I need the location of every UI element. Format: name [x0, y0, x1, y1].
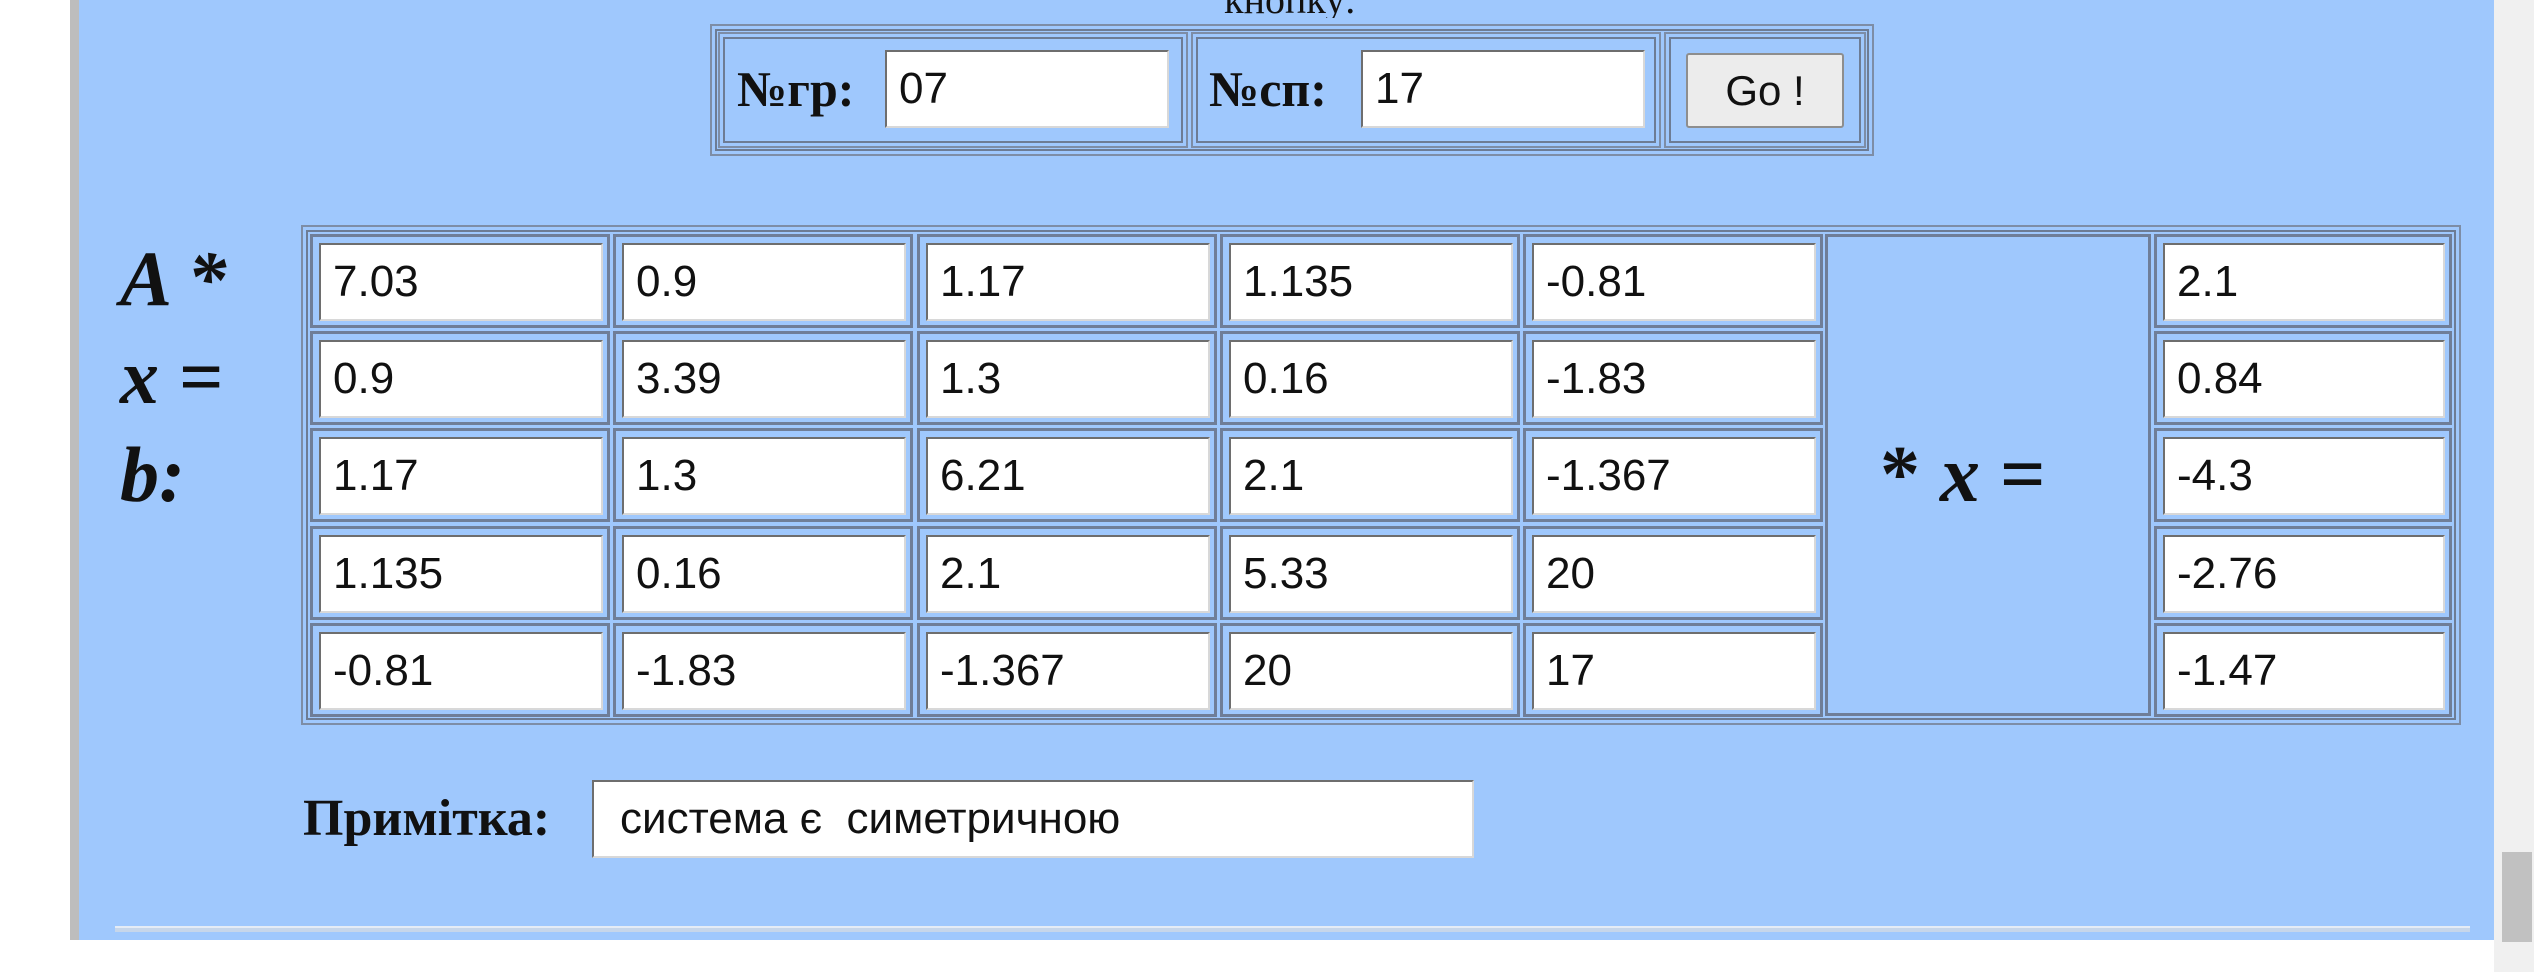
multiply-x-equals: * x = — [1880, 430, 2046, 521]
note-label: Примітка: — [303, 790, 551, 847]
matrix-cell — [310, 428, 610, 522]
vector-b-input[interactable] — [2163, 535, 2445, 613]
matrix-input[interactable] — [1532, 243, 1816, 321]
matrix-input[interactable] — [926, 340, 1210, 418]
x-variable: x — [1940, 431, 1980, 519]
vector-cell — [2154, 234, 2452, 328]
matrix-cell — [613, 428, 913, 522]
matrix-cell — [1523, 526, 1823, 620]
matrix-cell — [1220, 526, 1520, 620]
matrix-input[interactable] — [1229, 243, 1513, 321]
matrix-cell — [917, 526, 1217, 620]
matrix-input[interactable] — [1229, 535, 1513, 613]
matrix-cell — [310, 331, 610, 425]
matrix-input[interactable] — [622, 535, 906, 613]
matrix-cell — [1523, 428, 1823, 522]
matrix-input[interactable] — [926, 535, 1210, 613]
matrix-cell — [1523, 331, 1823, 425]
list-input[interactable] — [1361, 50, 1645, 128]
matrix-input[interactable] — [1229, 632, 1513, 710]
scrollbar-thumb[interactable] — [2502, 852, 2532, 942]
vector-b-input[interactable] — [2163, 340, 2445, 418]
matrix-cell — [613, 526, 913, 620]
go-button[interactable]: Go ! — [1686, 53, 1844, 128]
matrix-input[interactable] — [622, 437, 906, 515]
matrix-input[interactable] — [926, 437, 1210, 515]
matrix-input[interactable] — [319, 437, 603, 515]
matrix-input[interactable] — [622, 340, 906, 418]
vertical-scrollbar[interactable] — [2494, 0, 2534, 972]
matrix-cell — [310, 526, 610, 620]
matrix-input[interactable] — [1229, 437, 1513, 515]
matrix-input[interactable] — [926, 632, 1210, 710]
matrix-cell — [917, 623, 1217, 717]
matrix-cell — [1523, 623, 1823, 717]
page-left-border — [70, 0, 79, 940]
matrix-input[interactable] — [1532, 535, 1816, 613]
list-label: №сп: — [1209, 61, 1327, 117]
matrix-cell — [917, 234, 1217, 328]
matrix-input[interactable] — [1532, 437, 1816, 515]
matrix-cell — [1220, 428, 1520, 522]
matrix-cell — [1523, 234, 1823, 328]
instruction-text-cut: кнопку: — [1180, 0, 1400, 18]
note-input[interactable] — [592, 780, 1474, 858]
matrix-input[interactable] — [926, 243, 1210, 321]
group-label: №гр: — [737, 61, 855, 117]
matrix-input[interactable] — [319, 340, 603, 418]
vector-b-input[interactable] — [2163, 632, 2445, 710]
matrix-input[interactable] — [1229, 340, 1513, 418]
horizontal-rule — [115, 926, 2470, 932]
matrix-cell — [1220, 234, 1520, 328]
group-input[interactable] — [885, 50, 1169, 128]
matrix-cell — [310, 234, 610, 328]
equals-sign: = — [2000, 431, 2046, 519]
multiply-sign: * — [1880, 431, 1920, 519]
matrix-cell — [917, 331, 1217, 425]
vector-cell — [2154, 331, 2452, 425]
matrix-input[interactable] — [1532, 340, 1816, 418]
vector-b-input[interactable] — [2163, 437, 2445, 515]
bottom-strip — [0, 940, 2494, 972]
matrix-input[interactable] — [1532, 632, 1816, 710]
matrix-input[interactable] — [319, 243, 603, 321]
matrix-cell — [613, 623, 913, 717]
matrix-input[interactable] — [319, 535, 603, 613]
vector-cell — [2154, 428, 2452, 522]
matrix-input[interactable] — [622, 632, 906, 710]
matrix-cell — [1220, 623, 1520, 717]
vector-b-input[interactable] — [2163, 243, 2445, 321]
vector-cell — [2154, 526, 2452, 620]
matrix-input[interactable] — [319, 632, 603, 710]
matrix-cell — [613, 234, 913, 328]
matrix-cell — [310, 623, 610, 717]
equation-label: A * x = b: — [120, 235, 227, 518]
matrix-cell — [613, 331, 913, 425]
vector-cell — [2154, 623, 2452, 717]
matrix-input[interactable] — [622, 243, 906, 321]
matrix-cell — [1220, 331, 1520, 425]
matrix-cell — [917, 428, 1217, 522]
